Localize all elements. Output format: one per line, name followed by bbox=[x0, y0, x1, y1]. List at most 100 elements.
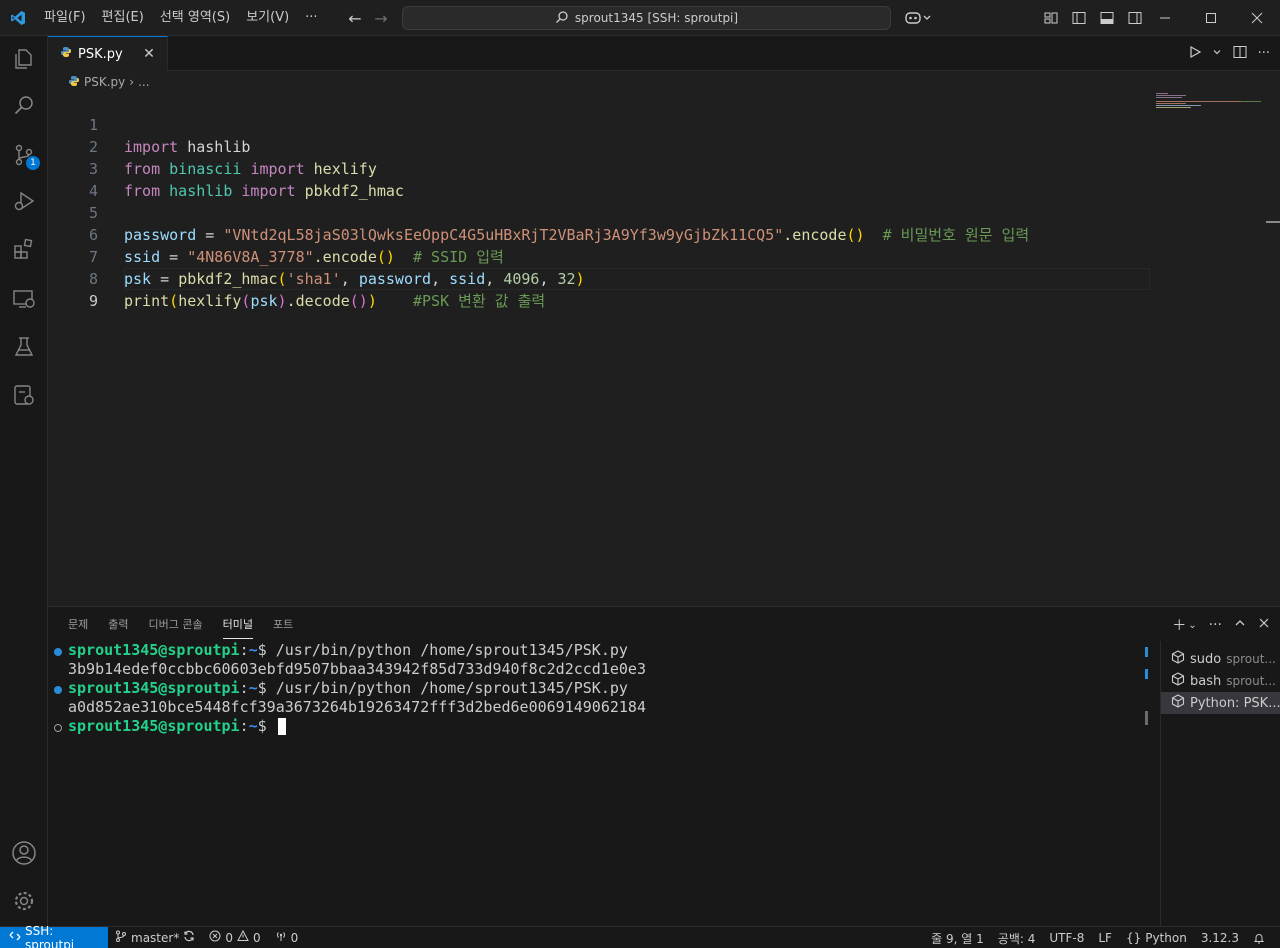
source-control-icon[interactable]: 1 bbox=[0, 132, 48, 178]
tab-ports[interactable]: 포트 bbox=[263, 607, 303, 643]
terminal-tabs-list: sudo sprout... bash sprout... Python: PS… bbox=[1160, 641, 1280, 927]
menu-file[interactable]: 파일(F) bbox=[36, 0, 94, 36]
minimize-icon[interactable] bbox=[1142, 0, 1188, 36]
tab-terminal[interactable]: 터미널 bbox=[213, 607, 263, 643]
command-pending-icon bbox=[54, 724, 62, 732]
sync-icon[interactable] bbox=[183, 930, 195, 945]
broadcast-icon bbox=[275, 930, 287, 945]
python-interpreter[interactable]: 3.12.3 bbox=[1194, 927, 1246, 948]
toggle-primary-sidebar-icon[interactable] bbox=[1066, 6, 1092, 30]
breadcrumb-more[interactable]: ... bbox=[138, 75, 149, 89]
window-controls bbox=[1142, 0, 1280, 36]
code-line: 6 ssid = "4N86V8A_3778".encode() # SSID … bbox=[48, 202, 1148, 266]
command-center-label: sprout1345 [SSH: sproutpi] bbox=[574, 11, 739, 25]
ports-indicator[interactable]: 0 bbox=[268, 927, 306, 948]
more-actions-icon[interactable]: ··· bbox=[1209, 617, 1222, 633]
problems-indicator[interactable]: 0 0 bbox=[202, 927, 267, 948]
tab-label: PSK.py bbox=[78, 46, 123, 62]
activity-bar: 1 bbox=[0, 36, 48, 926]
terminal-item-python[interactable]: Python: PSK... bbox=[1161, 692, 1280, 714]
code-editor[interactable]: 1 import hashlib 2 from binascii import … bbox=[48, 91, 1280, 605]
close-panel-icon[interactable] bbox=[1258, 617, 1270, 633]
split-editor-icon[interactable] bbox=[1232, 44, 1248, 64]
menu-edit[interactable]: 편집(E) bbox=[94, 0, 152, 36]
indentation[interactable]: 공백: 4 bbox=[991, 927, 1043, 948]
breadcrumb: PSK.py › ... bbox=[48, 71, 1280, 93]
run-debug-icon[interactable] bbox=[0, 178, 48, 224]
editor-scrollbar[interactable] bbox=[1266, 221, 1280, 223]
breadcrumb-file[interactable]: PSK.py bbox=[84, 75, 125, 89]
remote-label: SSH: sproutpi bbox=[25, 923, 75, 948]
run-python-file-icon[interactable] bbox=[1188, 45, 1202, 63]
notifications-bell-icon[interactable] bbox=[1246, 927, 1272, 948]
explorer-icon[interactable] bbox=[0, 36, 48, 82]
cursor-position[interactable]: 줄 9, 열 1 bbox=[924, 927, 991, 948]
ports-count: 0 bbox=[290, 930, 299, 945]
close-window-icon[interactable] bbox=[1234, 0, 1280, 36]
code-line: 3 from hashlib import pbkdf2_hmac bbox=[48, 136, 1148, 200]
terminal-output: 3b9b14edef0ccbbc60603ebfd9507bbaa343942f… bbox=[68, 660, 646, 678]
more-actions-icon[interactable]: ··· bbox=[1258, 46, 1270, 61]
python-file-icon bbox=[68, 75, 80, 90]
tab-problems[interactable]: 문제 bbox=[58, 607, 98, 643]
maximize-panel-icon[interactable] bbox=[1234, 617, 1246, 633]
search-icon bbox=[555, 10, 569, 27]
customize-layout-icon[interactable] bbox=[1038, 6, 1064, 30]
tab-psk-py[interactable]: PSK.py ✕ bbox=[48, 36, 168, 71]
status-right: 줄 9, 열 1 공백: 4 UTF-8 LF {} Python 3.12.3 bbox=[924, 927, 1272, 948]
encoding[interactable]: UTF-8 bbox=[1042, 927, 1091, 948]
editor-tabs: PSK.py ✕ ··· bbox=[48, 36, 1280, 71]
extensions-icon[interactable] bbox=[0, 226, 48, 272]
terminal-item-sudo[interactable]: sudo sprout... bbox=[1161, 648, 1280, 670]
error-icon bbox=[209, 930, 221, 945]
tab-debug-console[interactable]: 디버그 콘솔 bbox=[139, 607, 213, 643]
menu-view[interactable]: 보기(V) bbox=[238, 0, 297, 36]
minimap[interactable] bbox=[1154, 91, 1264, 121]
line-number: 9 bbox=[88, 292, 98, 310]
status-bar: SSH: sproutpi master* 0 0 0 줄 9, 열 1 공백:… bbox=[0, 923, 1280, 948]
terminal-scrollbar[interactable] bbox=[1145, 643, 1151, 927]
containers-icon[interactable] bbox=[0, 372, 48, 418]
remote-explorer-icon[interactable] bbox=[0, 276, 48, 322]
accounts-icon[interactable] bbox=[0, 830, 48, 876]
forward-arrow-icon[interactable]: → bbox=[368, 5, 394, 31]
terminal-item-bash[interactable]: bash sprout... bbox=[1161, 670, 1280, 692]
code-line: 9 bbox=[48, 268, 1148, 310]
command-success-icon[interactable] bbox=[54, 648, 62, 656]
back-arrow-icon[interactable]: ← bbox=[342, 5, 368, 31]
warning-count: 0 bbox=[252, 930, 261, 945]
close-icon[interactable]: ✕ bbox=[141, 46, 157, 62]
toggle-panel-icon[interactable] bbox=[1094, 6, 1120, 30]
git-branch-icon bbox=[115, 930, 127, 945]
terminal-item-name: Python: PSK... bbox=[1190, 695, 1280, 711]
terminal-item-name: bash bbox=[1190, 673, 1222, 689]
command-center[interactable]: sprout1345 [SSH: sproutpi] bbox=[402, 6, 891, 30]
chevron-down-icon[interactable]: ⌄ bbox=[1188, 620, 1196, 631]
menu-selection[interactable]: 선택 영역(S) bbox=[152, 0, 238, 36]
command-success-icon[interactable] bbox=[54, 686, 62, 694]
code-line: 4 bbox=[48, 158, 1148, 200]
settings-gear-icon[interactable] bbox=[0, 878, 48, 924]
testing-icon[interactable] bbox=[0, 324, 48, 370]
new-terminal-icon[interactable]: ＋ bbox=[1172, 615, 1186, 635]
chevron-down-icon[interactable] bbox=[1212, 46, 1222, 61]
copilot-icon[interactable] bbox=[900, 6, 936, 30]
terminal[interactable]: sprout1345@sproutpi:~$ /usr/bin/python /… bbox=[48, 641, 1144, 927]
bottom-panel: 문제 출력 디버그 콘솔 터미널 포트 ＋ ⌄ ··· sprout1345@s… bbox=[48, 606, 1280, 927]
remote-indicator[interactable]: SSH: sproutpi bbox=[0, 923, 108, 948]
code-line: 2 from binascii import hexlify bbox=[48, 114, 1148, 178]
terminal-icon bbox=[1171, 672, 1185, 690]
vscode-logo-icon bbox=[0, 0, 36, 36]
search-view-icon[interactable] bbox=[0, 82, 48, 128]
terminal-prompt: sprout1345@sproutpi:~$ bbox=[68, 717, 286, 736]
end-of-line[interactable]: LF bbox=[1091, 927, 1119, 948]
git-branch[interactable]: master* bbox=[108, 927, 202, 948]
menu-bar: 파일(F) 편집(E) 선택 영역(S) 보기(V) ··· bbox=[36, 0, 326, 36]
language-mode[interactable]: {} Python bbox=[1119, 927, 1194, 948]
menu-more[interactable]: ··· bbox=[297, 0, 325, 36]
remote-icon bbox=[9, 930, 21, 945]
maximize-icon[interactable] bbox=[1188, 0, 1234, 36]
tab-output[interactable]: 출력 bbox=[98, 607, 138, 643]
terminal-icon bbox=[1171, 694, 1185, 712]
code-line: 7 psk = pbkdf2_hmac('sha1', password, ss… bbox=[48, 224, 1148, 288]
